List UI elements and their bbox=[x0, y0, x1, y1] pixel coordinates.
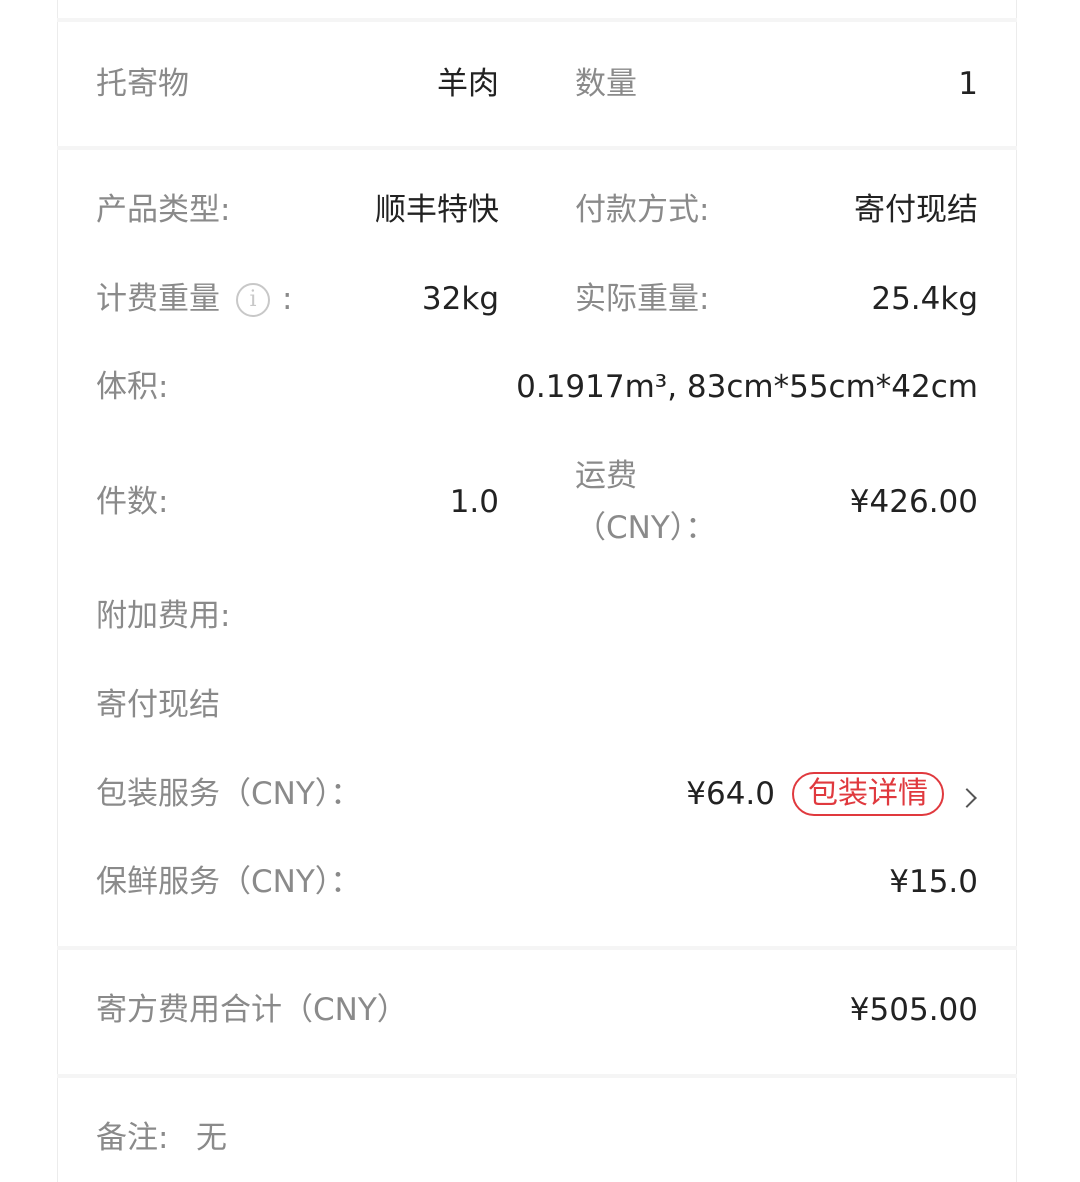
total-card: 寄方费用合计（CNY） ¥505.00 bbox=[57, 950, 1017, 1074]
freight-value: ¥426.00 bbox=[849, 484, 978, 520]
previous-card bbox=[57, 0, 1017, 18]
billing-weight-colon: : bbox=[282, 281, 293, 317]
extra-fees-method: 寄付现结 bbox=[96, 687, 220, 723]
actual-weight-value: 25.4kg bbox=[871, 281, 978, 317]
info-icon[interactable]: i bbox=[236, 283, 270, 317]
remarks-value: 无 bbox=[196, 1120, 227, 1156]
packing-service-value: ¥64.0 bbox=[686, 776, 775, 812]
total-value: ¥505.00 bbox=[849, 992, 978, 1028]
freight-label-unit: （CNY）： bbox=[575, 510, 717, 546]
freight-label: 运费 bbox=[575, 458, 637, 494]
extra-fees-label: 附加费用: bbox=[96, 598, 231, 634]
remarks-label: 备注: bbox=[96, 1120, 169, 1156]
fresh-service-label: 保鲜服务（CNY）： bbox=[96, 864, 362, 900]
pieces-label: 件数: bbox=[96, 484, 169, 520]
payment-method-label: 付款方式: bbox=[575, 192, 710, 228]
chevron-right-icon[interactable] bbox=[957, 788, 977, 808]
volume-label: 体积: bbox=[96, 369, 169, 405]
actual-weight-label: 实际重量: bbox=[575, 281, 710, 317]
waybill-fee-page: 托寄物 羊肉 数量 1 产品类型: 顺丰特快 付款方式: 寄付现结 计费重量 i… bbox=[0, 0, 1080, 1182]
product-type-label: 产品类型: bbox=[96, 192, 231, 228]
fresh-service-value: ¥15.0 bbox=[889, 864, 978, 900]
payment-method-value: 寄付现结 bbox=[854, 192, 978, 228]
total-label: 寄方费用合计（CNY） bbox=[96, 992, 408, 1028]
goods-label: 托寄物 bbox=[96, 66, 189, 102]
billing-weight-value: 32kg bbox=[421, 281, 499, 317]
packing-service-label: 包装服务（CNY）： bbox=[96, 776, 362, 812]
goods-value: 羊肉 bbox=[437, 66, 499, 102]
quantity-label: 数量 bbox=[575, 66, 637, 102]
volume-value: 0.1917m³, 83cm*55cm*42cm bbox=[516, 369, 978, 405]
goods-card: 托寄物 羊肉 数量 1 bbox=[57, 22, 1017, 146]
pieces-value: 1.0 bbox=[449, 484, 499, 520]
fee-details-card: 产品类型: 顺丰特快 付款方式: 寄付现结 计费重量 i : 32kg 实际重量… bbox=[57, 150, 1017, 946]
product-type-value: 顺丰特快 bbox=[375, 192, 499, 228]
remarks-card: 备注: 无 bbox=[57, 1078, 1017, 1182]
quantity-value: 1 bbox=[958, 66, 978, 102]
billing-weight-label: 计费重量 bbox=[96, 281, 220, 317]
packing-detail-button[interactable]: 包装详情 bbox=[792, 772, 944, 816]
